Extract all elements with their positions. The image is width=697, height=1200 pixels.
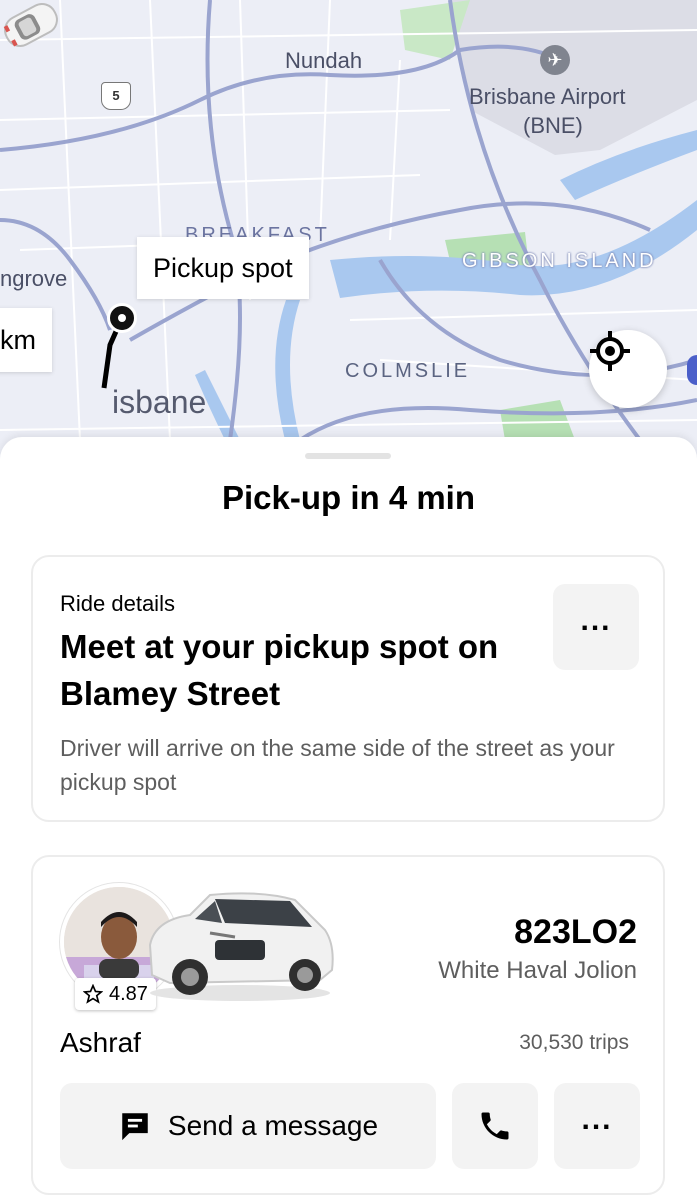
- sheet-drag-handle[interactable]: [305, 453, 391, 459]
- map-label-grove: ngrove: [0, 266, 68, 291]
- map-label-airport-line1: Brisbane Airport: [469, 84, 626, 109]
- locate-me-button[interactable]: [589, 330, 667, 408]
- phone-icon: [481, 1112, 509, 1140]
- more-icon: ...: [580, 604, 612, 637]
- ride-details-card: Ride details Meet at your pickup spot on…: [31, 555, 665, 822]
- license-plate: 823LO2: [514, 913, 637, 951]
- car-model: White Haval Jolion: [438, 957, 637, 984]
- driver-more-button[interactable]: ...: [554, 1083, 640, 1169]
- map-label-colmslie: COLMSLIE: [345, 360, 471, 382]
- airplane-icon: ✈: [540, 45, 570, 75]
- ride-details-more-button[interactable]: ...: [553, 584, 639, 670]
- map-label-airport-line2: (BNE): [523, 113, 583, 138]
- chat-icon: [122, 1113, 148, 1141]
- driver-card: 4.87 823LO2 White Haval Jolion Ashraf 30…: [31, 855, 665, 1195]
- driver-trips: 30,530 trips: [519, 1031, 629, 1054]
- star-icon: [83, 984, 103, 1004]
- send-message-label: Send a message: [167, 1110, 379, 1141]
- pickup-pin-icon: [107, 303, 137, 333]
- map-label-gibson-island: GIBSON ISLAND: [462, 250, 657, 272]
- crosshair-icon: [590, 331, 630, 371]
- map-label-brisbane: isbane: [112, 384, 207, 420]
- map-edge-marker: [687, 355, 697, 385]
- distance-tag: km: [0, 308, 52, 372]
- send-message-button[interactable]: Send a message: [60, 1083, 436, 1169]
- more-icon: ...: [581, 1103, 613, 1136]
- pickup-spot-tag[interactable]: Pickup spot: [137, 237, 309, 299]
- ride-details-title: Meet at your pickup spot on Blamey Stree…: [60, 628, 499, 712]
- map-view[interactable]: 5 ✈ Nundah Brisbane Airport (BNE) BREAKF…: [0, 0, 697, 470]
- ride-details-label: Ride details: [60, 591, 175, 616]
- call-button[interactable]: [452, 1083, 538, 1169]
- sheet-title: Pick-up in 4 min: [221, 479, 476, 516]
- trip-bottom-sheet: Pick-up in 4 min Ride details Meet at yo…: [0, 437, 697, 1200]
- car-photo: [148, 892, 334, 1001]
- route-5-shield: 5: [101, 82, 131, 110]
- driver-name: Ashraf: [60, 1027, 141, 1058]
- map-label-nundah: Nundah: [285, 48, 363, 73]
- ride-details-description: Driver will arrive on the same side of t…: [60, 735, 615, 795]
